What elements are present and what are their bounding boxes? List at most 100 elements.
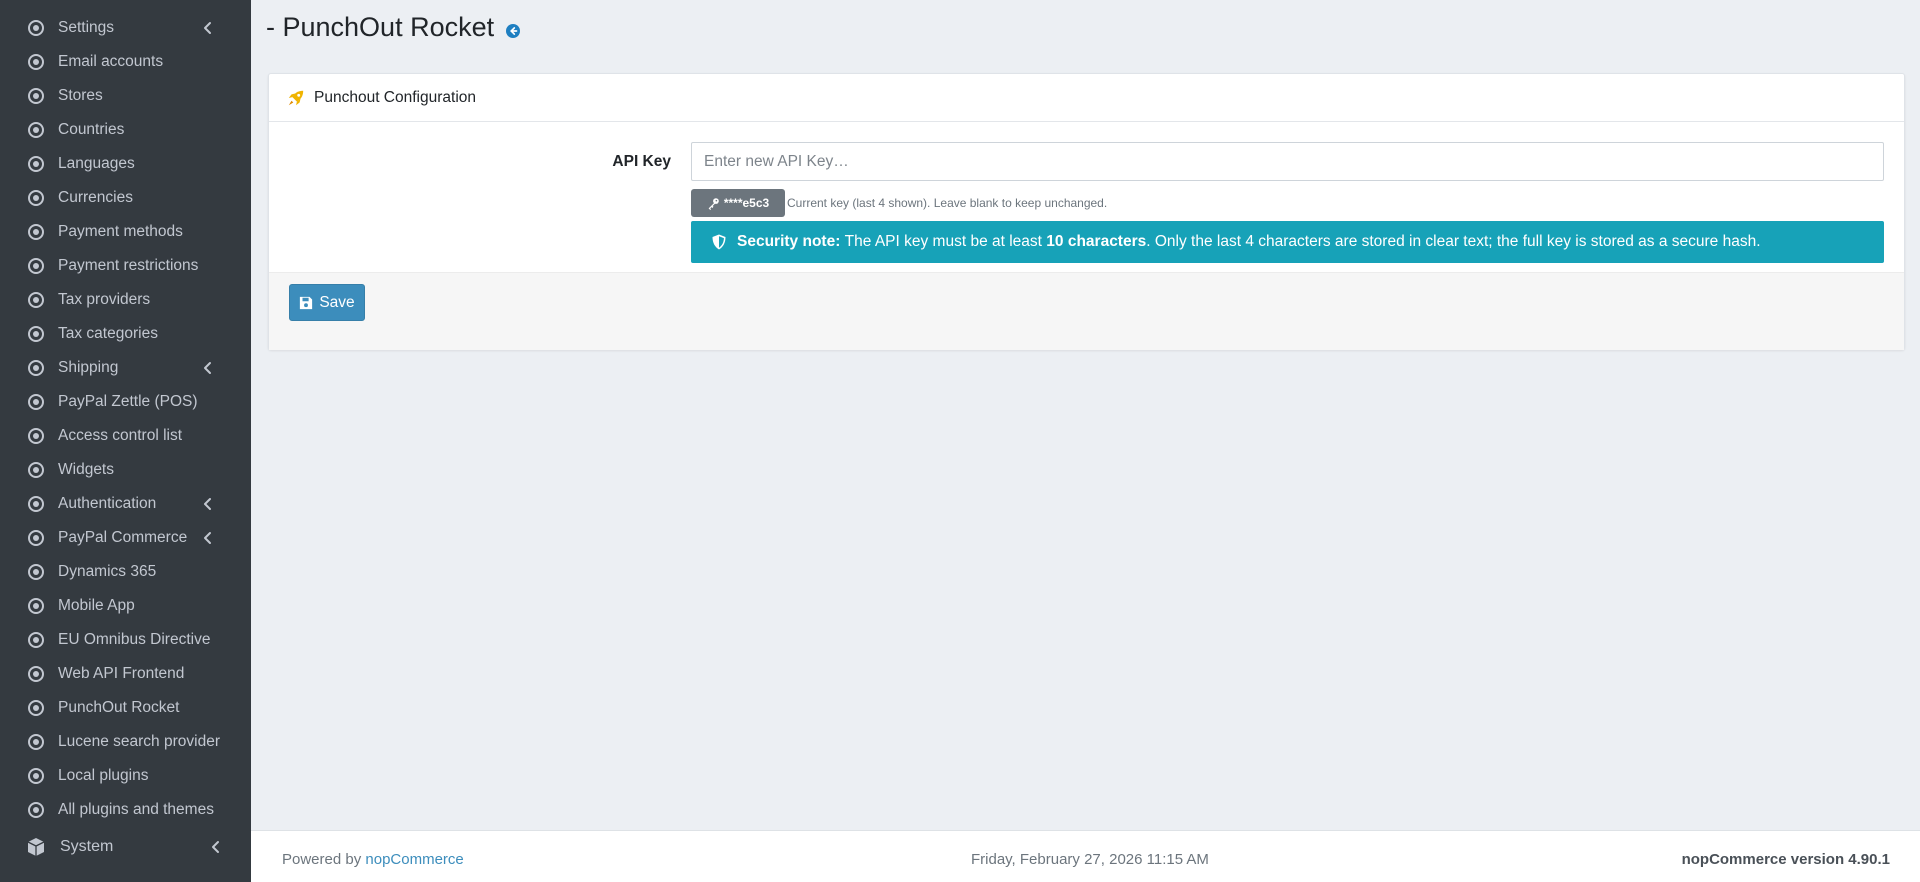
circle-dot-icon: [28, 122, 44, 138]
sidebar-item-lucene-search-provider[interactable]: Lucene search provider: [0, 725, 251, 759]
circle-dot-icon: [28, 496, 44, 512]
footer-version: nopCommerce version 4.90.1: [1681, 851, 1890, 868]
circle-dot-icon: [28, 530, 44, 546]
page-title: - PunchOut Rocket: [266, 12, 521, 43]
sidebar-item-all-plugins-and-themes[interactable]: All plugins and themes: [0, 793, 251, 827]
sidebar-item-access-control-list[interactable]: Access control list: [0, 419, 251, 453]
sidebar-item-tax-categories[interactable]: Tax categories: [0, 317, 251, 351]
sidebar-item-tax-providers[interactable]: Tax providers: [0, 283, 251, 317]
card-footer: Save: [269, 272, 1904, 350]
chevron-left-icon: [204, 362, 211, 374]
sidebar-item-label: Tax providers: [58, 291, 151, 308]
sidebar-item-label: Languages: [58, 155, 135, 172]
arrow-circle-left-icon[interactable]: [506, 23, 521, 38]
card-title: Punchout Configuration: [314, 88, 477, 106]
circle-dot-icon: [28, 156, 44, 172]
page-footer: Powered by nopCommerce Friday, February …: [251, 830, 1920, 882]
sidebar-item-label: Widgets: [58, 461, 114, 478]
key-icon: [708, 197, 719, 210]
sidebar-item-languages[interactable]: Languages: [0, 147, 251, 181]
sidebar-item-label: Mobile App: [58, 597, 135, 614]
sidebar-item-currencies[interactable]: Currencies: [0, 181, 251, 215]
security-note-before: The API key must be at least: [844, 233, 1047, 250]
security-note-after: . Only the last 4 characters are stored …: [1146, 233, 1761, 250]
chevron-left-icon: [212, 841, 219, 853]
circle-dot-icon: [28, 632, 44, 648]
sidebar: Settings Email accounts Stores Countries Lan…: [0, 0, 251, 882]
cube-icon: [27, 838, 45, 856]
nopcommerce-link[interactable]: nopCommerce: [365, 851, 463, 868]
circle-dot-icon: [28, 360, 44, 376]
sidebar-item-label: Settings: [58, 19, 115, 36]
sidebar-item-system[interactable]: System: [0, 830, 251, 864]
sidebar-item-label: EU Omnibus Directive: [58, 631, 211, 648]
circle-dot-icon: [28, 224, 44, 240]
sidebar-item-web-api-frontend[interactable]: Web API Frontend: [0, 657, 251, 691]
sidebar-item-settings[interactable]: Settings: [0, 11, 251, 45]
page-title-text: - PunchOut Rocket: [266, 12, 495, 42]
circle-dot-icon: [28, 802, 44, 818]
api-key-label: API Key: [612, 153, 671, 170]
current-key-masked: ****e5c3: [723, 196, 770, 210]
sidebar-item-paypal-commerce[interactable]: PayPal Commerce: [0, 521, 251, 555]
save-button[interactable]: Save: [289, 284, 365, 321]
api-key-input[interactable]: [691, 142, 1884, 181]
sidebar-item-dynamics-365[interactable]: Dynamics 365: [0, 555, 251, 589]
sidebar-item-label: PayPal Commerce: [58, 529, 188, 546]
sidebar-item-label: Stores: [58, 87, 103, 104]
circle-dot-icon: [28, 54, 44, 70]
circle-dot-icon: [28, 20, 44, 36]
circle-dot-icon: [28, 326, 44, 342]
floppy-disk-icon: [300, 296, 313, 309]
sidebar-item-payment-restrictions[interactable]: Payment restrictions: [0, 249, 251, 283]
sidebar-item-payment-methods[interactable]: Payment methods: [0, 215, 251, 249]
circle-dot-icon: [28, 88, 44, 104]
current-key-badge: ****e5c3: [691, 189, 785, 217]
sidebar-item-shipping[interactable]: Shipping: [0, 351, 251, 385]
sidebar-item-label: Local plugins: [58, 767, 149, 784]
sidebar-item-stores[interactable]: Stores: [0, 79, 251, 113]
sidebar-item-paypal-zettle-pos[interactable]: PayPal Zettle (POS): [0, 385, 251, 419]
security-note-alert: Security note: The API key must be at le…: [691, 221, 1884, 263]
sidebar-item-label: PayPal Zettle (POS): [58, 393, 198, 410]
chevron-left-icon: [204, 22, 211, 34]
circle-dot-icon: [28, 564, 44, 580]
circle-dot-icon: [28, 462, 44, 478]
sidebar-item-countries[interactable]: Countries: [0, 113, 251, 147]
sidebar-item-local-plugins[interactable]: Local plugins: [0, 759, 251, 793]
chevron-left-icon: [204, 532, 211, 544]
sidebar-item-email-accounts[interactable]: Email accounts: [0, 45, 251, 79]
circle-dot-icon: [28, 598, 44, 614]
circle-dot-icon: [28, 258, 44, 274]
chevron-left-icon: [204, 498, 211, 510]
sidebar-item-authentication[interactable]: Authentication: [0, 487, 251, 521]
sidebar-item-label: Lucene search provider: [58, 733, 220, 750]
footer-datetime: Friday, February 27, 2026 11:15 AM: [971, 851, 1209, 868]
sidebar-item-label: Email accounts: [58, 53, 164, 70]
save-button-label: Save: [319, 293, 355, 311]
circle-dot-icon: [28, 190, 44, 206]
current-key-hint: Current key (last 4 shown). Leave blank …: [787, 196, 1108, 210]
circle-dot-icon: [28, 428, 44, 444]
sidebar-item-label: PunchOut Rocket: [58, 699, 180, 716]
sidebar-item-label: Dynamics 365: [58, 563, 157, 580]
sidebar-item-label: Web API Frontend: [58, 665, 185, 682]
sidebar-item-label: Authentication: [58, 495, 157, 512]
powered-by-prefix: Powered by: [282, 851, 366, 868]
shield-icon: [712, 234, 726, 250]
sidebar-item-label: Payment methods: [58, 223, 183, 240]
security-note-text: Security note: The API key must be at le…: [737, 233, 1761, 251]
circle-dot-icon: [28, 394, 44, 410]
circle-dot-icon: [28, 734, 44, 750]
sidebar-item-mobile-app[interactable]: Mobile App: [0, 589, 251, 623]
sidebar-item-label: Payment restrictions: [58, 257, 199, 274]
sidebar-item-widgets[interactable]: Widgets: [0, 453, 251, 487]
sidebar-item-label: Countries: [58, 121, 125, 138]
card-header: Punchout Configuration: [269, 74, 1904, 122]
sidebar-item-label: System: [60, 838, 114, 855]
sidebar-item-label: Tax categories: [58, 325, 158, 342]
sidebar-item-eu-omnibus-directive[interactable]: EU Omnibus Directive: [0, 623, 251, 657]
circle-dot-icon: [28, 700, 44, 716]
sidebar-item-punchout-rocket[interactable]: PunchOut Rocket: [0, 691, 251, 725]
sidebar-item-label: All plugins and themes: [58, 801, 214, 818]
